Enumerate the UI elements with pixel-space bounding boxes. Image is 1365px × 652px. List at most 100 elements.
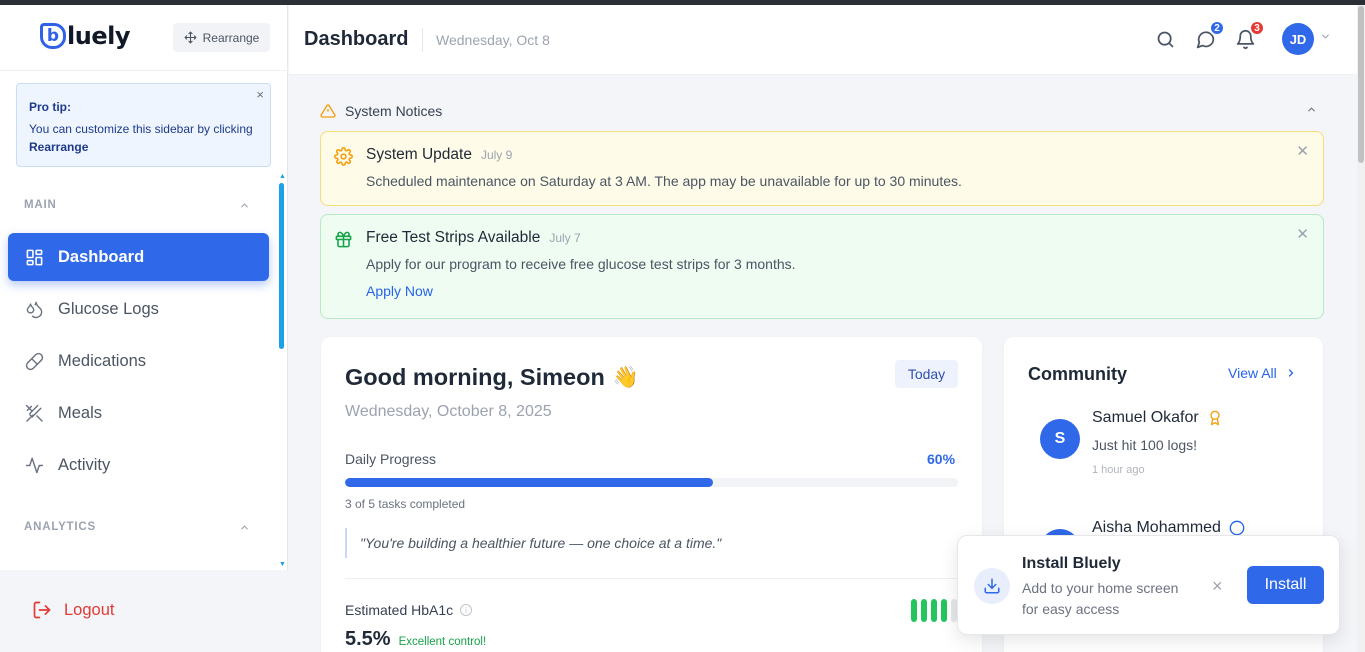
section-main-label: MAIN [24, 199, 57, 211]
main-scrollbar[interactable] [1357, 5, 1365, 652]
grid-icon [24, 247, 44, 267]
header-divider [422, 28, 423, 52]
close-icon[interactable]: × [1212, 576, 1223, 597]
move-icon [184, 31, 197, 44]
progress-bar [345, 478, 958, 487]
sidebar-scrollbar-thumb[interactable] [279, 183, 284, 349]
view-all-label: View All [1228, 365, 1277, 381]
app-logo[interactable]: b luely [40, 22, 130, 50]
section-main-header[interactable]: MAIN [24, 195, 250, 215]
chevron-up-icon [241, 202, 248, 207]
indicator-bar [911, 599, 917, 622]
notice-message: Scheduled maintenance on Saturday at 3 A… [366, 173, 962, 189]
progress-label: Daily Progress [345, 451, 437, 467]
hba1c-label: Estimated HbA1c i [345, 602, 473, 618]
progress-percent: 60% [927, 451, 956, 467]
close-icon[interactable]: ✕ [1296, 225, 1309, 243]
indicator-bar [931, 599, 937, 622]
info-icon[interactable]: i [460, 604, 473, 616]
greeting-text: Good morning, Simeon [345, 364, 605, 390]
top-header: Dashboard Wednesday, Oct 8 2 3 JD [289, 5, 1357, 75]
close-icon[interactable]: ✕ [1296, 142, 1309, 160]
gear-icon [334, 147, 354, 167]
section-analytics-label: ANALYTICS [24, 521, 96, 533]
greeting: Good morning, Simeon 👋 [345, 364, 639, 391]
today-button[interactable]: Today [895, 360, 958, 388]
indicator-bar [921, 599, 927, 622]
apply-now-link[interactable]: Apply Now [366, 283, 1323, 299]
progress-bar-fill [345, 478, 713, 487]
post-author-name: Samuel Okafor [1092, 409, 1199, 426]
page-title: Dashboard [304, 28, 409, 50]
hba1c-indicator [911, 599, 957, 622]
community-title: Community [1028, 364, 1127, 384]
utensils-icon [24, 403, 44, 423]
pro-tip-close-button[interactable]: × [256, 86, 264, 104]
alert-triangle-icon [320, 104, 336, 118]
pill-icon [24, 351, 44, 371]
notice-title-text: System Update [366, 146, 472, 163]
sidebar-nav: MAIN Dashboard Glucose Logs Medications [0, 173, 288, 569]
hba1c-label-text: Estimated HbA1c [345, 602, 454, 618]
header-date: Wednesday, Oct 8 [436, 32, 550, 48]
pro-tip-body: You can customize this sidebar by clicki… [29, 120, 258, 156]
scroll-up-arrow[interactable]: ▲ [279, 173, 286, 180]
sidebar-item-activity[interactable]: Activity [8, 441, 269, 489]
sidebar-item-label: Medications [58, 351, 147, 370]
pro-tip-title: Pro tip: [29, 100, 71, 114]
notice-date: July 9 [480, 148, 513, 162]
install-prompt: Install Bluely Add to your home screen f… [957, 535, 1340, 635]
activity-icon [24, 455, 44, 475]
logout-label: Logout [64, 600, 115, 619]
install-button[interactable]: Install [1247, 566, 1324, 604]
notice-free-test-strips: Free Test Strips Available July 7 Apply … [320, 214, 1324, 319]
sidebar-item-label: Dashboard [58, 247, 145, 266]
logout-icon [33, 601, 51, 619]
chevron-down-icon[interactable] [1320, 31, 1331, 45]
droplets-icon [24, 299, 44, 319]
section-analytics-header[interactable]: ANALYTICS [24, 517, 250, 537]
messages-badge: 2 [1209, 20, 1225, 36]
post-author: Samuel Okafor [1092, 409, 1223, 427]
rearrange-button[interactable]: Rearrange [173, 23, 270, 52]
notice-date: July 7 [549, 231, 581, 245]
logo-mark: b [40, 23, 66, 49]
sidebar-scrollbar[interactable]: ▲ ▼ [279, 173, 286, 569]
search-icon [1157, 31, 1174, 48]
motivational-quote: "You're building a healthier future — on… [345, 528, 958, 558]
logo-area: b luely Rearrange [0, 5, 288, 71]
chevron-right-icon [1288, 369, 1294, 377]
main-scrollbar-thumb[interactable] [1358, 6, 1364, 163]
logout-button[interactable]: Logout [32, 600, 114, 620]
tasks-completed: 3 of 5 tasks completed [345, 497, 466, 511]
sidebar-item-label: Activity [58, 455, 111, 474]
sidebar-item-dashboard[interactable]: Dashboard [8, 233, 269, 281]
sidebar-item-glucose-logs[interactable]: Glucose Logs [8, 285, 269, 333]
notice-title: Free Test Strips Available July 7 [366, 229, 1323, 247]
notifications-button[interactable]: 3 [1235, 20, 1265, 51]
pro-tip-box: Pro tip: You can customize this sidebar … [16, 83, 271, 167]
notice-message: Apply for our program to receive free gl… [366, 256, 796, 272]
post-time: 1 hour ago [1092, 464, 1145, 476]
scroll-down-arrow[interactable]: ▼ [279, 561, 286, 568]
chevron-up-icon[interactable] [1306, 104, 1317, 118]
system-notices-title: System Notices [345, 103, 443, 119]
chevron-up-icon [241, 524, 248, 529]
hba1c-status: Excellent control! [398, 636, 487, 648]
sidebar-item-meals[interactable]: Meals [8, 389, 269, 437]
sidebar-item-label: Meals [58, 403, 103, 422]
notice-title: System Update July 9 [366, 146, 1323, 164]
pro-tip-text: You can customize this sidebar by clicki… [29, 122, 253, 136]
search-button[interactable] [1155, 29, 1177, 51]
user-avatar[interactable]: JD [1282, 23, 1314, 55]
view-all-link[interactable]: View All [1228, 365, 1297, 381]
welcome-card: Good morning, Simeon 👋 Today Wednesday, … [321, 337, 982, 652]
install-subtitle: Add to your home screen for easy access [1022, 580, 1179, 617]
system-notices-header[interactable]: System Notices [320, 103, 1325, 119]
avatar: S [1040, 419, 1080, 459]
gift-icon [334, 230, 354, 250]
notice-title-text: Free Test Strips Available [366, 229, 541, 246]
sidebar-item-medications[interactable]: Medications [8, 337, 269, 385]
messages-button[interactable]: 2 [1195, 20, 1225, 51]
download-icon [974, 568, 1010, 604]
